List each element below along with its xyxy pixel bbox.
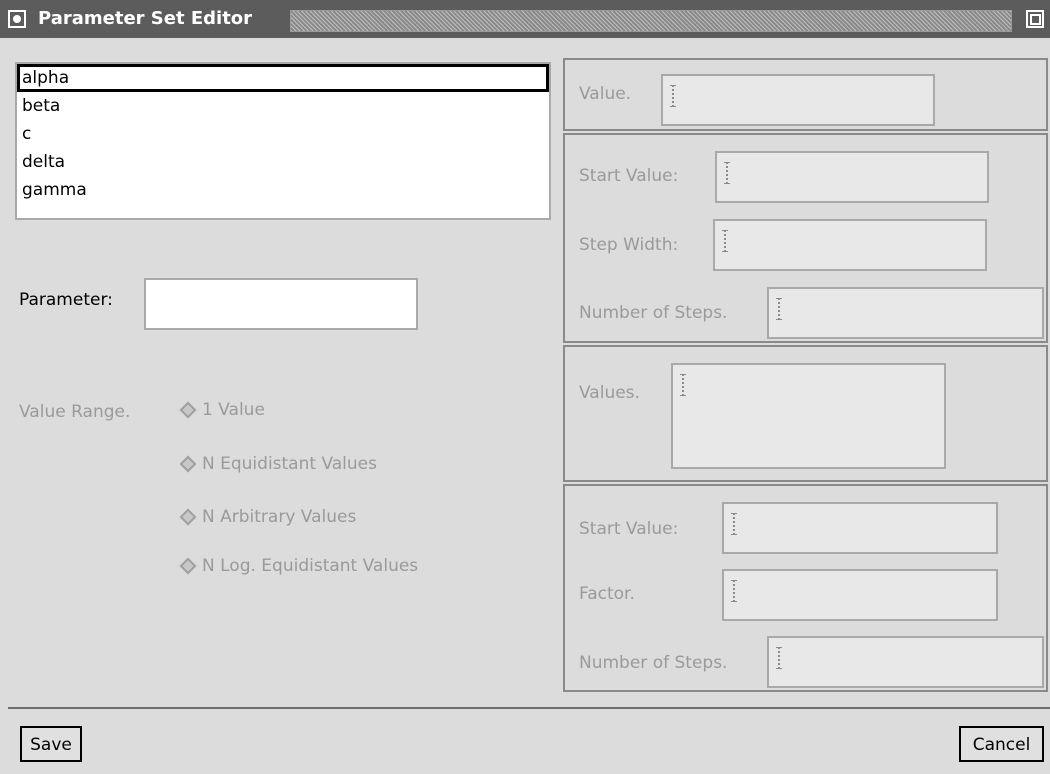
list-item[interactable]: delta — [17, 148, 549, 176]
start-value-label: Start Value: — [579, 166, 679, 186]
radio-n-log-equidistant[interactable]: N Log. Equidistant Values — [179, 556, 419, 576]
text-cursor-icon — [776, 298, 782, 320]
parameter-list[interactable]: alpha beta c delta gamma — [15, 62, 551, 220]
list-item[interactable]: alpha — [17, 64, 549, 92]
value-input[interactable] — [661, 74, 935, 126]
list-item[interactable]: gamma — [17, 176, 549, 204]
arbitrary-values-panel: Values. — [563, 345, 1048, 482]
list-item[interactable]: c — [17, 120, 549, 148]
start-value-label: Start Value: — [579, 519, 679, 539]
text-cursor-icon — [670, 85, 676, 107]
log-equidistant-panel: Start Value: Factor. Number of Steps. — [563, 484, 1048, 692]
text-cursor-icon — [731, 513, 737, 535]
maximize-icon[interactable] — [1026, 10, 1044, 28]
factor-label: Factor. — [579, 584, 635, 604]
radio-diamond-icon — [179, 401, 197, 419]
value-range-label: Value Range. — [19, 402, 131, 422]
parameter-label: Parameter: — [19, 290, 113, 310]
text-cursor-icon — [724, 162, 730, 184]
values-textarea[interactable] — [671, 363, 946, 469]
list-item[interactable]: beta — [17, 92, 549, 120]
values-label: Values. — [579, 383, 640, 403]
radio-diamond-icon — [179, 508, 197, 526]
value-label: Value. — [579, 84, 632, 104]
bottom-separator — [8, 707, 1050, 709]
text-cursor-icon — [722, 230, 728, 252]
number-of-steps-label: Number of Steps. — [579, 653, 728, 673]
single-value-panel: Value. — [563, 58, 1048, 131]
start-value-input[interactable] — [715, 151, 989, 203]
parameter-input[interactable] — [144, 278, 418, 330]
window-menu-icon[interactable] — [8, 10, 26, 28]
radio-label: N Log. Equidistant Values — [202, 556, 419, 576]
number-of-steps-input[interactable] — [767, 287, 1044, 339]
radio-label: N Equidistant Values — [202, 454, 377, 474]
text-cursor-icon — [680, 374, 686, 396]
radio-diamond-icon — [179, 557, 197, 575]
equidistant-panel: Start Value: Step Width: Number of Steps… — [563, 133, 1048, 343]
cancel-button[interactable]: Cancel — [959, 726, 1044, 762]
radio-n-equidistant[interactable]: N Equidistant Values — [179, 454, 377, 474]
radio-label: 1 Value — [202, 400, 265, 420]
log-start-value-input[interactable] — [722, 502, 998, 554]
title-bar-drag-area[interactable] — [290, 10, 1012, 32]
save-button[interactable]: Save — [20, 726, 82, 762]
window-title: Parameter Set Editor — [38, 8, 253, 29]
number-of-steps-label: Number of Steps. — [579, 303, 728, 323]
radio-1-value[interactable]: 1 Value — [179, 400, 265, 420]
log-number-of-steps-input[interactable] — [767, 636, 1044, 688]
radio-label: N Arbitrary Values — [202, 507, 357, 527]
title-bar[interactable]: Parameter Set Editor — [0, 0, 1050, 38]
text-cursor-icon — [731, 580, 737, 602]
step-width-input[interactable] — [713, 219, 987, 271]
step-width-label: Step Width: — [579, 235, 679, 255]
radio-n-arbitrary[interactable]: N Arbitrary Values — [179, 507, 357, 527]
radio-diamond-icon — [179, 455, 197, 473]
text-cursor-icon — [776, 647, 782, 669]
factor-input[interactable] — [722, 569, 998, 621]
